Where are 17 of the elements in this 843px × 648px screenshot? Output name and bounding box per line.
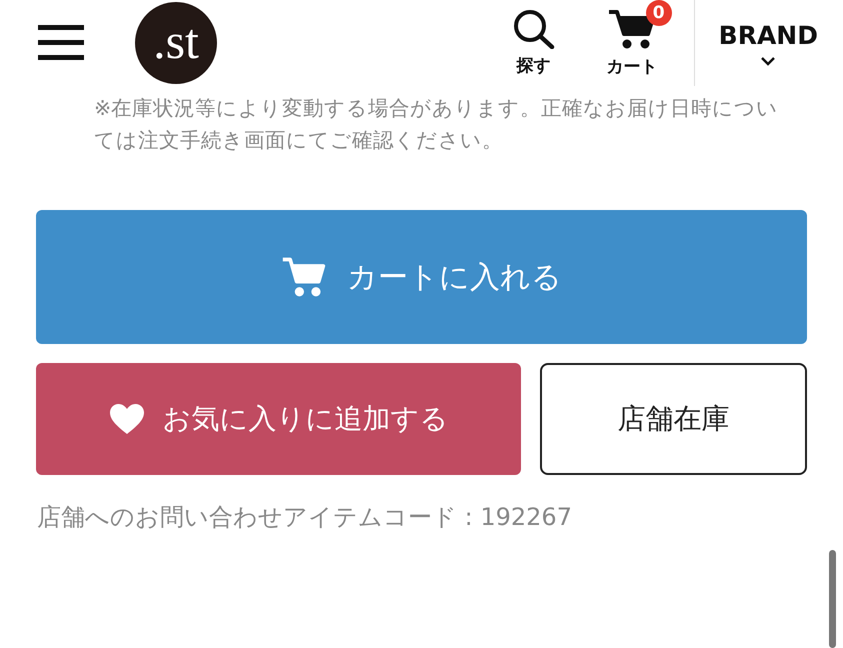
search-icon (512, 9, 555, 49)
logo[interactable]: .st (135, 2, 217, 84)
menu-button[interactable] (38, 25, 84, 61)
menu-icon (38, 25, 84, 61)
item-code-text: 店舗へのお問い合わせアイテムコード : 192267 (37, 502, 573, 533)
add-to-cart-button[interactable]: カートに入れる (36, 210, 807, 344)
cart-button[interactable]: カート 0 (606, 0, 672, 78)
store-stock-button[interactable]: 店舗在庫 (540, 363, 807, 475)
heart-icon (108, 403, 144, 435)
chevron-down-icon (760, 56, 776, 66)
notice-text: ※在庫状況等により変動する場合があります。正確なお届け日時については注文手続き画面にてご確認ください。 (94, 95, 780, 154)
scrollbar[interactable] (829, 550, 836, 648)
search-button[interactable]: 探す (512, 9, 555, 77)
add-to-favorites-button[interactable]: お気に入りに追加する (36, 363, 521, 475)
cart-icon (281, 255, 327, 299)
cart-count-badge: 0 (646, 0, 672, 26)
brand-button[interactable]: BRAND (718, 20, 818, 66)
